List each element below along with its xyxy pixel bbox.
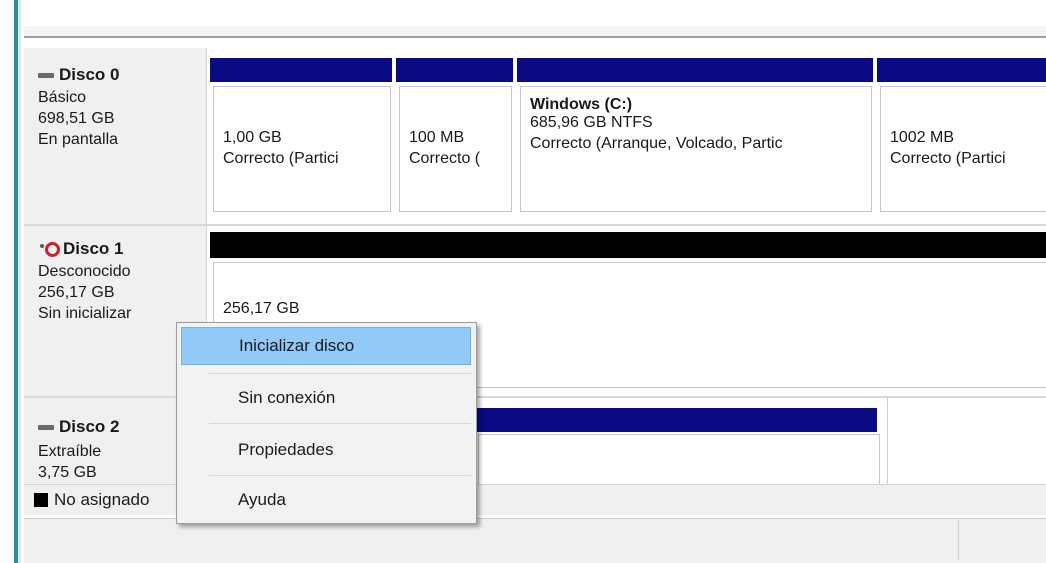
partition-bar [396, 58, 513, 82]
partition-bar [517, 58, 873, 82]
partition-bar [877, 58, 1046, 82]
disk-1-state: Sin inicializar [38, 305, 132, 322]
context-menu: Inicializar disco Sin conexión Propiedad… [176, 322, 477, 524]
partition-status: Correcto (Partici [223, 150, 339, 167]
partition-status: Correcto (Partici [890, 150, 1006, 167]
partition-size: 1002 MB [890, 129, 955, 146]
disk-1-type: Desconocido [38, 263, 131, 280]
disk-1-name: Disco 1 [63, 239, 124, 258]
partition-4[interactable]: 1002 MB Correcto (Partici [880, 86, 1046, 212]
partition-windows-c[interactable]: Windows (C:) 685,96 GB NTFS Correcto (Ar… [520, 86, 872, 212]
partition-bar [210, 58, 392, 82]
disk-icon [38, 72, 54, 78]
disk-2-name: Disco 2 [59, 417, 120, 436]
unallocated-legend-swatch [34, 493, 48, 507]
disk-0-partitions: 1,00 GB Correcto (Partici 100 MB Correct… [207, 58, 1046, 218]
partition-1[interactable]: 1,00 GB Correcto (Partici [213, 86, 391, 212]
menu-separator [209, 373, 471, 374]
partition-bar [475, 408, 877, 432]
unknown-bar [210, 232, 1046, 258]
disk-2-type: Extraíble [38, 443, 102, 460]
disk-0-state: En pantalla [38, 131, 119, 148]
disk-0-title: Disco 0 [38, 64, 119, 86]
unallocated-legend-label: No asignado [54, 490, 150, 509]
disk-2-area-divider [887, 398, 888, 484]
disk-0-size: 698,51 GB [38, 110, 115, 127]
disk-1-size: 256,17 GB [38, 284, 115, 301]
menu-item-sin-conexion[interactable]: Sin conexión [181, 379, 471, 417]
partition-status: Correcto (Arranque, Volcado, Partic [530, 135, 783, 152]
status-bar-divider [958, 520, 959, 560]
disk-2-title: Disco 2 [38, 416, 119, 438]
menu-item-inicializar-disco[interactable]: Inicializar disco [181, 327, 471, 365]
partition-size: 100 MB [409, 129, 465, 146]
partition-size: 685,96 GB NTFS [530, 114, 653, 131]
partition-2[interactable]: 100 MB Correcto ( [399, 86, 512, 212]
disk-icon [38, 424, 54, 430]
disk-0-name: Disco 0 [59, 65, 120, 84]
window-frame-inner [18, 0, 21, 563]
partition-size: 256,17 GB [223, 300, 300, 317]
partition-name: Windows (C:) [530, 96, 633, 113]
partition-status: Correcto ( [409, 150, 481, 167]
status-bar [24, 518, 1046, 563]
menu-separator [209, 423, 471, 424]
menu-item-propiedades[interactable]: Propiedades [181, 431, 471, 469]
volume-list-bottom-edge [24, 26, 1046, 38]
menu-separator [209, 475, 471, 476]
warning-icon [40, 241, 60, 257]
disk-2-size: 3,75 GB [38, 464, 97, 481]
menu-item-ayuda[interactable]: Ayuda [181, 481, 471, 519]
disk-0-label[interactable]: Disco 0 Básico 698,51 GB En pantalla [24, 48, 207, 224]
partition-size: 1,00 GB [223, 129, 282, 146]
disk-1-title: Disco 1 [40, 238, 123, 260]
disk-0-type: Básico [38, 89, 87, 106]
